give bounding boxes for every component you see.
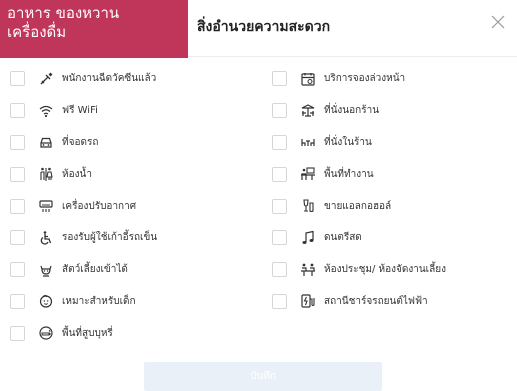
amenity-restroom[interactable]: ห้องน้ำ (10, 158, 157, 190)
amenity-label: สถานีชาร์จรถยนต์ไฟฟ้า (324, 295, 428, 307)
vaccine-icon (37, 70, 55, 88)
amenity-label: บริการจองล่วงหน้า (324, 73, 406, 85)
checkbox[interactable] (272, 198, 287, 214)
amenity-ev-charger[interactable]: สถานีชาร์จรถยนต์ไฟฟ้า (272, 286, 446, 318)
amenity-smoking-area[interactable]: พื้นที่สูบบุหรี่ (10, 317, 157, 349)
checkbox[interactable] (10, 166, 25, 182)
amenity-reservation[interactable]: บริการจองล่วงหน้า (272, 63, 446, 95)
amenity-label: ดนตรีสด (324, 232, 362, 244)
meeting-room-icon (299, 261, 317, 279)
outdoor-seating-icon (299, 102, 317, 120)
amenities-modal: อาหาร ของหวาน เครื่องดื่ม สิ่งอำนวยความส… (0, 0, 517, 391)
amenity-label: ห้องน้ำ (62, 168, 92, 180)
category-tag-line2: เครื่องดื่ม (7, 23, 67, 41)
amenity-vaccinated-staff[interactable]: พนักงานฉีดวัคซีนแล้ว (10, 63, 157, 95)
checkbox[interactable] (272, 293, 287, 309)
child-icon (37, 292, 55, 310)
amenity-label: ที่นั่งในร้าน (324, 136, 372, 148)
amenities-left-column: พนักงานฉีดวัคซีนแล้ว ฟรี WiFi ที่จอดรถ ห… (10, 63, 157, 349)
amenity-wheelchair[interactable]: รองรับผู้ใช้เก้าอี้รถเข็น (10, 222, 157, 254)
checkbox[interactable] (272, 166, 287, 182)
modal-title: สิ่งอำนวยความสะดวก (197, 19, 331, 35)
amenity-indoor-seating[interactable]: ที่นั่งในร้าน (272, 127, 446, 159)
amenity-label: พื้นที่ทำงาน (324, 168, 374, 180)
alcohol-icon (299, 197, 317, 215)
smoking-icon (37, 324, 55, 342)
amenity-label: ฟรี WiFi (62, 105, 98, 117)
checkbox[interactable] (10, 262, 25, 278)
checkbox[interactable] (10, 325, 25, 341)
amenity-meeting-room[interactable]: ห้องประชุม/ ห้องจัดงานเลี้ยง (272, 254, 446, 286)
category-tag: อาหาร ของหวาน เครื่องดื่ม (0, 0, 188, 58)
air-conditioner-icon (37, 197, 55, 215)
amenity-parking[interactable]: ที่จอดรถ (10, 127, 157, 159)
amenity-pets-allowed[interactable]: สัตว์เลี้ยงเข้าได้ (10, 254, 157, 286)
amenity-outdoor-seating[interactable]: ที่นั่งนอกร้าน (272, 95, 446, 127)
checkbox[interactable] (272, 71, 287, 87)
checkbox[interactable] (10, 71, 25, 87)
amenity-kid-friendly[interactable]: เหมาะสำหรับเด็ก (10, 286, 157, 318)
indoor-seating-icon (299, 133, 317, 151)
close-button[interactable] (487, 11, 509, 33)
amenity-label: ห้องประชุม/ ห้องจัดงานเลี้ยง (324, 264, 446, 276)
amenity-label: สัตว์เลี้ยงเข้าได้ (62, 264, 128, 276)
checkbox[interactable] (272, 103, 287, 119)
amenity-label: ขายแอลกอฮอล์ (324, 200, 392, 212)
pet-icon (37, 261, 55, 279)
amenity-label: ที่จอดรถ (62, 136, 99, 148)
checkbox[interactable] (272, 230, 287, 246)
close-icon (491, 15, 505, 29)
checkbox[interactable] (10, 293, 25, 309)
amenity-air-conditioner[interactable]: เครื่องปรับอากาศ (10, 190, 157, 222)
amenity-label: ที่นั่งนอกร้าน (324, 105, 380, 117)
checkbox[interactable] (10, 134, 25, 150)
reservation-icon (299, 70, 317, 88)
amenity-label: พนักงานฉีดวัคซีนแล้ว (62, 73, 157, 85)
amenity-free-wifi[interactable]: ฟรี WiFi (10, 95, 157, 127)
checkbox[interactable] (10, 103, 25, 119)
amenity-label: เหมาะสำหรับเด็ก (62, 295, 136, 307)
wheelchair-icon (37, 229, 55, 247)
workspace-icon (299, 165, 317, 183)
amenities-right-column: บริการจองล่วงหน้า ที่นั่งนอกร้าน ที่นั่ง… (272, 63, 446, 317)
live-music-icon (299, 229, 317, 247)
ev-charger-icon (299, 292, 317, 310)
save-button[interactable]: บันทึก (144, 362, 382, 391)
amenity-live-music[interactable]: ดนตรีสด (272, 222, 446, 254)
wifi-icon (37, 102, 55, 120)
amenity-label: เครื่องปรับอากาศ (62, 200, 137, 212)
checkbox[interactable] (10, 198, 25, 214)
checkbox[interactable] (272, 134, 287, 150)
checkbox[interactable] (10, 230, 25, 246)
restroom-icon (37, 165, 55, 183)
amenity-alcohol[interactable]: ขายแอลกอฮอล์ (272, 190, 446, 222)
amenity-label: รองรับผู้ใช้เก้าอี้รถเข็น (62, 232, 158, 244)
car-icon (37, 133, 55, 151)
checkbox[interactable] (272, 262, 287, 278)
amenity-label: พื้นที่สูบบุหรี่ (62, 327, 113, 339)
amenity-workspace[interactable]: พื้นที่ทำงาน (272, 158, 446, 190)
category-tag-line1: อาหาร ของหวาน (7, 4, 120, 22)
